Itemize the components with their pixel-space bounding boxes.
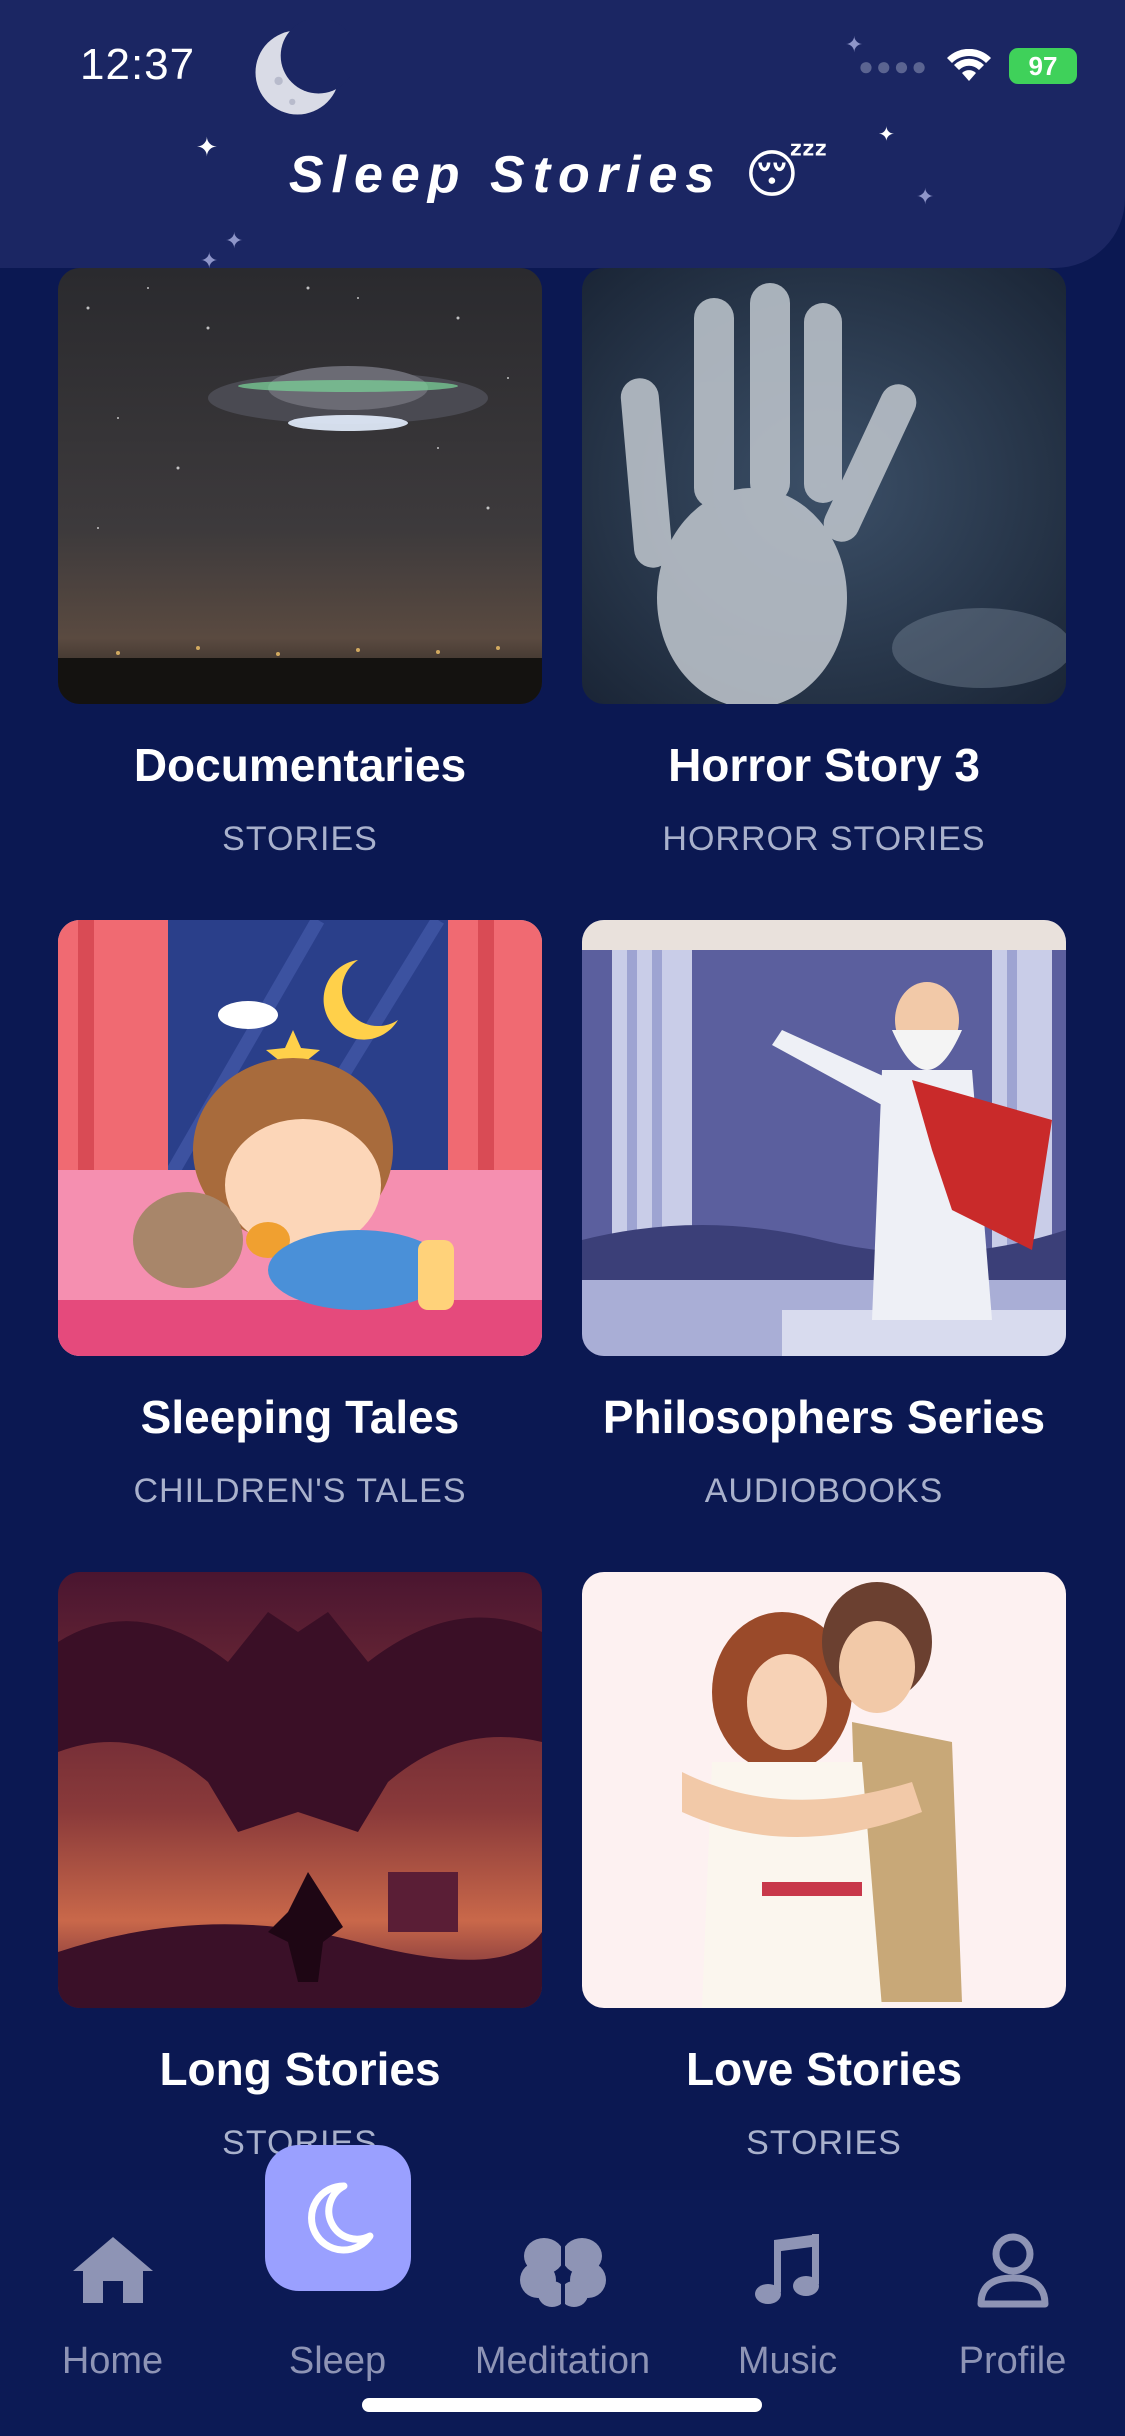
status-indicators: ●●●● 97 bbox=[858, 48, 1077, 84]
story-card-love-stories[interactable]: Love Stories STORIES bbox=[582, 1572, 1066, 2192]
card-title: Horror Story 3 bbox=[668, 739, 980, 791]
wifi-icon bbox=[947, 49, 991, 81]
sleeping-child-image bbox=[58, 920, 542, 1356]
card-title: Love Stories bbox=[685, 2043, 963, 2095]
home-indicator[interactable] bbox=[362, 2398, 762, 2412]
sparkle-icon: ✦ bbox=[200, 248, 219, 273]
app-screen: 12:37 ✦ ✦ ✦ ✦ ✦ ✦ ●●●● 97 Sleep Stories … bbox=[0, 0, 1125, 2436]
tab-label: Meditation bbox=[474, 2340, 651, 2382]
status-time: 12:37 bbox=[80, 40, 196, 89]
story-card-horror-story-3[interactable]: Horror Story 3 HORROR STORIES bbox=[582, 268, 1066, 888]
card-title: Philosophers Series bbox=[602, 1391, 1046, 1443]
tab-profile[interactable]: Profile bbox=[900, 2190, 1125, 2390]
card-title: Long Stories bbox=[159, 2043, 441, 2095]
home-icon bbox=[68, 2225, 158, 2315]
ufo-night-sky-image bbox=[58, 268, 542, 704]
moon-icon bbox=[264, 2145, 411, 2291]
story-card-long-stories[interactable]: Long Stories STORIES bbox=[58, 1572, 542, 2192]
music-note-icon bbox=[743, 2225, 833, 2315]
moon-decoration-icon bbox=[255, 20, 350, 115]
philosopher-image bbox=[582, 920, 1066, 1356]
card-subtitle: STORIES bbox=[746, 2124, 902, 2162]
tab-label: Sleep bbox=[288, 2340, 387, 2382]
page-title: Sleep Stories 😴 bbox=[288, 146, 837, 204]
brain-icon bbox=[518, 2225, 608, 2315]
hand-on-glass-image bbox=[582, 268, 1066, 704]
cellular-signal-icon: ●●●● bbox=[858, 50, 929, 81]
story-card-philosophers-series[interactable]: Philosophers Series AUDIOBOOKS bbox=[582, 920, 1066, 1540]
header: 12:37 ✦ ✦ ✦ ✦ ✦ ✦ ●●●● 97 Sleep Stories … bbox=[0, 0, 1125, 273]
tab-meditation[interactable]: Meditation bbox=[450, 2190, 675, 2390]
tab-label: Music bbox=[737, 2340, 838, 2382]
story-card-sleeping-tales[interactable]: Sleeping Tales CHILDREN'S TALES bbox=[58, 920, 542, 1540]
card-subtitle: STORIES bbox=[222, 820, 378, 858]
card-subtitle: AUDIOBOOKS bbox=[704, 1472, 944, 1510]
tab-music[interactable]: Music bbox=[675, 2190, 900, 2390]
card-subtitle: CHILDREN'S TALES bbox=[133, 1472, 467, 1510]
card-title: Documentaries bbox=[133, 739, 467, 791]
tab-label: Profile bbox=[958, 2340, 1067, 2382]
tab-home[interactable]: Home bbox=[0, 2190, 225, 2390]
profile-icon bbox=[968, 2225, 1058, 2315]
card-subtitle: HORROR STORIES bbox=[662, 820, 986, 858]
dragon-knight-image bbox=[58, 1572, 542, 2008]
story-card-documentaries[interactable]: Documentaries STORIES bbox=[58, 268, 542, 888]
battery-level: 97 bbox=[1028, 50, 1058, 81]
tab-sleep[interactable]: Sleep bbox=[225, 2145, 450, 2390]
couple-embrace-image bbox=[582, 1572, 1066, 2008]
card-title: Sleeping Tales bbox=[140, 1391, 460, 1443]
sparkle-icon: ✦ bbox=[225, 228, 244, 253]
sparkle-icon: ✦ bbox=[878, 124, 895, 146]
battery-indicator: 97 bbox=[1009, 48, 1077, 84]
tab-label: Home bbox=[61, 2340, 164, 2382]
